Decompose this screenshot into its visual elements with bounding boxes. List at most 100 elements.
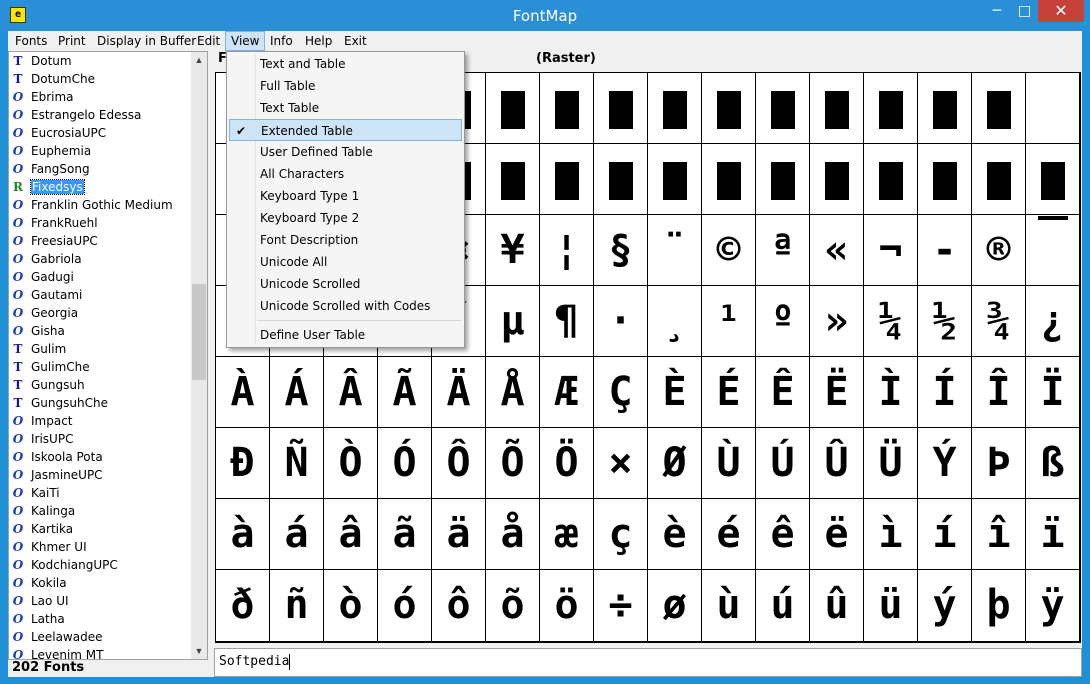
char-cell[interactable]: ¦ [540, 215, 594, 286]
char-cell[interactable]: Í [918, 357, 972, 428]
char-cell[interactable]: ¬ [864, 215, 918, 286]
char-cell[interactable]: ¼ [864, 286, 918, 357]
char-cell[interactable]: Ó [378, 428, 432, 499]
char-cell[interactable]: Ï [1026, 357, 1080, 428]
char-cell[interactable]: ñ [270, 570, 324, 642]
char-cell[interactable]: ¶ [540, 286, 594, 357]
font-list-item-leelawadee[interactable]: O Leelawadee [11, 628, 103, 646]
font-list-item-freesiaupc[interactable]: O FreesiaUPC [11, 232, 98, 250]
char-cell[interactable]: » [810, 286, 864, 357]
char-cell[interactable]: õ [486, 570, 540, 642]
view-menu-item-full-table[interactable]: Full Table [229, 75, 462, 97]
font-list-item-kokila[interactable]: O Kokila [11, 574, 67, 592]
char-cell[interactable]: ¸ [648, 286, 702, 357]
char-cell[interactable]: ½ [918, 286, 972, 357]
char-cell[interactable]: æ [540, 499, 594, 570]
font-list-item-fangsong[interactable]: O FangSong [11, 160, 90, 178]
char-cell[interactable]: µ [486, 286, 540, 357]
char-cell[interactable]: ¾ [972, 286, 1026, 357]
font-list-item-kartika[interactable]: O Kartika [11, 520, 73, 538]
view-menu-item-unicode-scrolled[interactable]: Unicode Scrolled [229, 273, 462, 295]
menu-edit[interactable]: Edit [192, 31, 225, 51]
font-list-item-dotum[interactable]: T Dotum [11, 52, 72, 70]
char-cell[interactable]: ä [432, 499, 486, 570]
font-list-item-kaiti[interactable]: O KaiTi [11, 484, 60, 502]
char-cell[interactable]: ò [324, 570, 378, 642]
char-cell[interactable]: Ä [432, 357, 486, 428]
char-cell[interactable]: ü [864, 570, 918, 642]
view-menu-item-unicode-all[interactable]: Unicode All [229, 251, 462, 273]
char-cell[interactable]: ô [432, 570, 486, 642]
view-menu-item-font-description[interactable]: Font Description [229, 229, 462, 251]
char-cell[interactable]: â [324, 499, 378, 570]
char-cell[interactable]: ø [648, 570, 702, 642]
char-cell[interactable]: Þ [972, 428, 1026, 499]
font-list-item-gungsuh[interactable]: T Gungsuh [11, 376, 85, 394]
buffer-input[interactable]: Softpedia [214, 648, 1082, 677]
font-list-item-levenim-mt[interactable]: O Levenim MT [11, 646, 104, 659]
menu-exit[interactable]: Exit [339, 31, 372, 51]
char-cell[interactable]: Ö [540, 428, 594, 499]
menu-print[interactable]: Print [53, 31, 91, 51]
font-list-item-georgia[interactable]: O Georgia [11, 304, 78, 322]
char-cell[interactable]: Ô [432, 428, 486, 499]
view-menu-item-user-defined-table[interactable]: User Defined Table [229, 141, 462, 163]
char-cell[interactable] [810, 144, 864, 215]
char-cell[interactable]: Î [972, 357, 1026, 428]
char-cell[interactable] [1026, 73, 1080, 144]
char-cell[interactable]: Á [270, 357, 324, 428]
char-cell[interactable]: î [972, 499, 1026, 570]
char-cell[interactable]: Æ [540, 357, 594, 428]
minimize-button[interactable]: ─ [983, 0, 1011, 22]
font-list-item-gadugi[interactable]: O Gadugi [11, 268, 74, 286]
font-list-item-fixedsys[interactable]: R Fixedsys [11, 178, 85, 196]
char-cell[interactable]: þ [972, 570, 1026, 642]
maximize-button[interactable]: □ [1011, 0, 1038, 22]
char-cell[interactable]: Ë [810, 357, 864, 428]
font-list-scrollbar[interactable]: ▲ ▼ [191, 52, 207, 659]
view-menu-item-keyboard-type-2[interactable]: Keyboard Type 2 [229, 207, 462, 229]
char-cell[interactable]: Û [810, 428, 864, 499]
font-list-item-gisha[interactable]: O Gisha [11, 322, 65, 340]
char-cell[interactable]: Ú [756, 428, 810, 499]
char-cell[interactable] [486, 144, 540, 215]
char-cell[interactable]: Ì [864, 357, 918, 428]
view-menu-item-all-characters[interactable]: All Characters [229, 163, 462, 185]
char-cell[interactable]: à [216, 499, 270, 570]
char-cell[interactable]: í [918, 499, 972, 570]
char-cell[interactable]: º [756, 286, 810, 357]
char-cell[interactable] [702, 73, 756, 144]
view-menu-item-define-user-table[interactable]: Define User Table [229, 324, 462, 346]
char-cell[interactable]: Õ [486, 428, 540, 499]
char-cell[interactable] [594, 144, 648, 215]
menu-info[interactable]: Info [265, 31, 298, 51]
char-cell[interactable]: ¨ [648, 215, 702, 286]
char-cell[interactable]: ó [378, 570, 432, 642]
font-list-item-franklin-gothic-medium[interactable]: O Franklin Gothic Medium [11, 196, 173, 214]
menu-display-in-buffer[interactable]: Display in Buffer [92, 31, 201, 51]
scroll-thumb[interactable] [192, 284, 206, 380]
font-list-item-eucrosiaupc[interactable]: O EucrosiaUPC [11, 124, 106, 142]
menu-view[interactable]: View [225, 31, 266, 51]
char-cell[interactable]: ú [756, 570, 810, 642]
scroll-down-arrow-icon[interactable]: ▼ [191, 643, 207, 659]
char-cell[interactable]: Â [324, 357, 378, 428]
char-cell[interactable]: Ñ [270, 428, 324, 499]
char-cell[interactable]: ß [1026, 428, 1080, 499]
char-cell[interactable] [702, 144, 756, 215]
char-cell[interactable]: ç [594, 499, 648, 570]
char-cell[interactable]: · [594, 286, 648, 357]
char-cell[interactable]: ý [918, 570, 972, 642]
char-cell[interactable] [918, 144, 972, 215]
char-cell[interactable] [756, 144, 810, 215]
font-list-item-iskoola-pota[interactable]: O Iskoola Pota [11, 448, 103, 466]
char-cell[interactable]: á [270, 499, 324, 570]
char-cell[interactable] [1026, 144, 1080, 215]
char-cell[interactable]: û [810, 570, 864, 642]
char-cell[interactable]: ã [378, 499, 432, 570]
char-cell[interactable]: § [594, 215, 648, 286]
font-list-item-gulim[interactable]: T Gulim [11, 340, 67, 358]
font-list-item-jasmineupc[interactable]: O JasmineUPC [11, 466, 103, 484]
char-cell[interactable]: Ý [918, 428, 972, 499]
font-list-item-impact[interactable]: O Impact [11, 412, 73, 430]
